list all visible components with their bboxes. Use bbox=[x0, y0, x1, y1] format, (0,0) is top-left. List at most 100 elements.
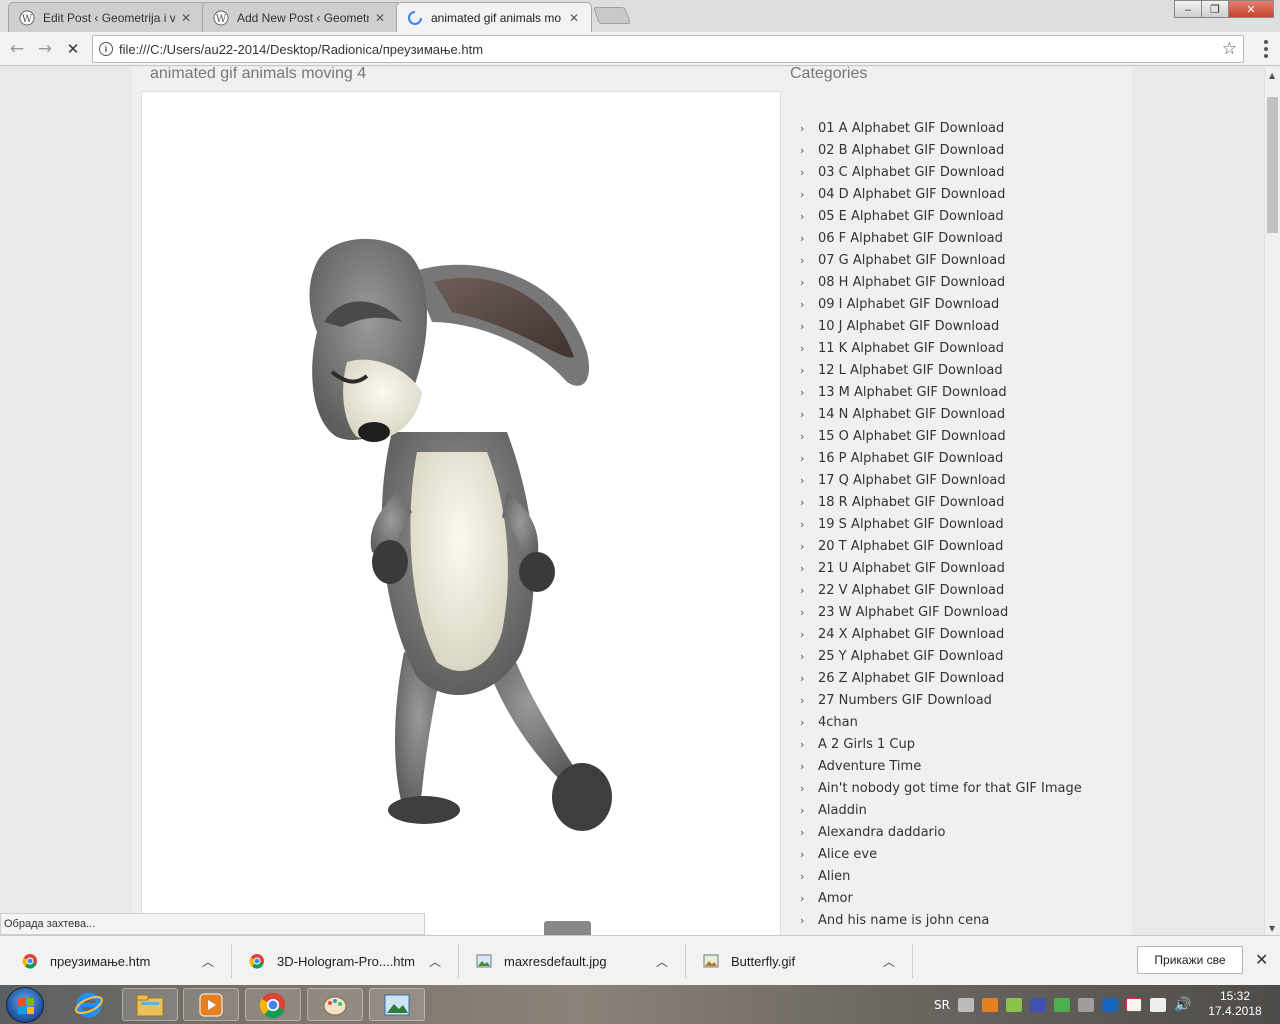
category-link[interactable]: › 25 Y Alphabet GIF Download bbox=[800, 645, 1082, 667]
category-link[interactable]: › Ain't nobody got time for that GIF Imag… bbox=[800, 777, 1082, 799]
category-label: 4chan bbox=[818, 714, 858, 730]
download-item[interactable]: 3D-Hologram-Pro....htm ︿ bbox=[249, 936, 449, 986]
maximize-button[interactable]: ❐ bbox=[1201, 0, 1229, 18]
tab-add-new-post[interactable]: W Add New Post ‹ Geometr ✕ bbox=[202, 2, 402, 32]
category-label: 20 T Alphabet GIF Download bbox=[818, 538, 1004, 554]
tray-app-icon[interactable] bbox=[981, 997, 998, 1012]
browser-menu-icon[interactable] bbox=[1264, 40, 1270, 58]
address-bar[interactable]: i file:///C:/Users/au22-2014/Desktop/Rad… bbox=[92, 35, 1244, 63]
category-link[interactable]: › A 2 Girls 1 Cup bbox=[800, 733, 1082, 755]
category-link[interactable]: › 23 W Alphabet GIF Download bbox=[800, 601, 1082, 623]
security-shield-icon[interactable] bbox=[1101, 997, 1118, 1012]
category-link[interactable]: › 21 U Alphabet GIF Download bbox=[800, 557, 1082, 579]
category-link[interactable]: › 07 G Alphabet GIF Download bbox=[800, 249, 1082, 271]
category-link[interactable]: › And his name is john cena bbox=[800, 909, 1082, 931]
chevron-up-icon[interactable]: ︿ bbox=[656, 953, 668, 970]
category-link[interactable]: › Aladdin bbox=[800, 799, 1082, 821]
category-link[interactable]: › 06 F Alphabet GIF Download bbox=[800, 227, 1082, 249]
category-link[interactable]: › Amor bbox=[800, 887, 1082, 909]
network-icon[interactable] bbox=[1149, 997, 1166, 1012]
category-link[interactable]: › Alien bbox=[800, 865, 1082, 887]
category-link[interactable]: › 20 T Alphabet GIF Download bbox=[800, 535, 1082, 557]
close-tab-icon[interactable]: ✕ bbox=[181, 11, 191, 25]
category-link[interactable]: › 04 D Alphabet GIF Download bbox=[800, 183, 1082, 205]
photo-viewer-icon[interactable] bbox=[369, 988, 425, 1021]
show-all-downloads-button[interactable]: Прикажи све bbox=[1137, 946, 1243, 974]
category-link[interactable]: › 10 J Alphabet GIF Download bbox=[800, 315, 1082, 337]
tab-animated-gif[interactable]: animated gif animals mo ✕ bbox=[396, 2, 592, 32]
forward-button[interactable]: → bbox=[34, 38, 56, 60]
category-label: 13 M Alphabet GIF Download bbox=[818, 384, 1007, 400]
category-link[interactable]: › 18 R Alphabet GIF Download bbox=[800, 491, 1082, 513]
chevron-up-icon[interactable]: ︿ bbox=[202, 953, 214, 970]
chevron-right-icon: › bbox=[800, 451, 805, 465]
tray-app-icon[interactable] bbox=[1077, 997, 1094, 1012]
vertical-scrollbar[interactable]: ▲ ▼ bbox=[1264, 67, 1280, 935]
category-link[interactable]: › 02 B Alphabet GIF Download bbox=[800, 139, 1082, 161]
internet-explorer-icon[interactable] bbox=[61, 988, 117, 1021]
post-title: animated gif animals moving 4 bbox=[150, 67, 367, 82]
category-link[interactable]: › 12 L Alphabet GIF Download bbox=[800, 359, 1082, 381]
category-link[interactable]: › 15 O Alphabet GIF Download bbox=[800, 425, 1082, 447]
close-shelf-icon[interactable]: ✕ bbox=[1255, 950, 1268, 969]
paint-icon[interactable] bbox=[307, 988, 363, 1021]
volume-icon[interactable]: 🔊 bbox=[1174, 997, 1191, 1013]
gif-pager-control[interactable] bbox=[544, 921, 591, 935]
category-label: 17 Q Alphabet GIF Download bbox=[818, 472, 1006, 488]
category-link[interactable]: › 09 I Alphabet GIF Download bbox=[800, 293, 1082, 315]
chevron-right-icon: › bbox=[800, 253, 805, 267]
minimize-button[interactable]: ‒ bbox=[1174, 0, 1202, 18]
download-item[interactable]: maxresdefault.jpg ︿ bbox=[476, 936, 676, 986]
chrome-icon[interactable] bbox=[245, 988, 301, 1021]
tab-edit-post[interactable]: W Edit Post ‹ Geometrija i v ✕ bbox=[8, 2, 208, 32]
category-link[interactable]: › 14 N Alphabet GIF Download bbox=[800, 403, 1082, 425]
stop-button[interactable]: ✕ bbox=[62, 38, 84, 60]
start-button[interactable] bbox=[6, 987, 44, 1023]
category-link[interactable]: › 24 X Alphabet GIF Download bbox=[800, 623, 1082, 645]
category-link[interactable]: › 4chan bbox=[800, 711, 1082, 733]
category-link[interactable]: › 16 P Alphabet GIF Download bbox=[800, 447, 1082, 469]
close-window-button[interactable]: ✕ bbox=[1228, 0, 1274, 18]
category-link[interactable]: › 08 H Alphabet GIF Download bbox=[800, 271, 1082, 293]
category-link[interactable]: › 11 K Alphabet GIF Download bbox=[800, 337, 1082, 359]
category-link[interactable]: › Adventure Time bbox=[800, 755, 1082, 777]
category-link[interactable]: › 03 C Alphabet GIF Download bbox=[800, 161, 1082, 183]
system-clock[interactable]: 15:32 17.4.2018 bbox=[1200, 989, 1270, 1019]
file-explorer-icon[interactable] bbox=[122, 988, 178, 1021]
new-tab-button[interactable] bbox=[592, 7, 632, 24]
category-link[interactable]: › 27 Numbers GIF Download bbox=[800, 689, 1082, 711]
chevron-up-icon[interactable]: ︿ bbox=[883, 953, 895, 970]
nvidia-icon[interactable] bbox=[1053, 997, 1070, 1012]
category-link[interactable]: › 26 Z Alphabet GIF Download bbox=[800, 667, 1082, 689]
download-item[interactable]: Butterfly.gif ︿ bbox=[703, 936, 903, 986]
download-item[interactable]: преузимање.htm ︿ bbox=[22, 936, 222, 986]
info-icon[interactable]: i bbox=[99, 42, 113, 56]
scroll-down-icon[interactable]: ▼ bbox=[1269, 924, 1275, 933]
media-player-icon[interactable] bbox=[183, 988, 239, 1021]
back-button[interactable]: ← bbox=[6, 38, 28, 60]
category-label: 02 B Alphabet GIF Download bbox=[818, 142, 1005, 158]
category-link[interactable]: › 01 A Alphabet GIF Download bbox=[800, 117, 1082, 139]
close-tab-icon[interactable]: ✕ bbox=[569, 11, 579, 25]
category-link[interactable]: › 17 Q Alphabet GIF Download bbox=[800, 469, 1082, 491]
bookmark-star-icon[interactable]: ☆ bbox=[1222, 39, 1237, 59]
category-link[interactable]: › 05 E Alphabet GIF Download bbox=[800, 205, 1082, 227]
category-label: 07 G Alphabet GIF Download bbox=[818, 252, 1006, 268]
tray-app-icon[interactable] bbox=[1029, 997, 1046, 1012]
tray-app-icon[interactable] bbox=[1005, 997, 1022, 1012]
category-label: 21 U Alphabet GIF Download bbox=[818, 560, 1005, 576]
category-link[interactable]: › Alexandra daddario bbox=[800, 821, 1082, 843]
chevron-up-icon[interactable]: ︿ bbox=[429, 953, 441, 970]
category-link[interactable]: › 13 M Alphabet GIF Download bbox=[800, 381, 1082, 403]
category-link[interactable]: › 19 S Alphabet GIF Download bbox=[800, 513, 1082, 535]
scroll-thumb[interactable] bbox=[1267, 97, 1278, 233]
language-indicator[interactable]: SR bbox=[934, 998, 950, 1012]
close-tab-icon[interactable]: ✕ bbox=[375, 11, 385, 25]
category-label: 18 R Alphabet GIF Download bbox=[818, 494, 1005, 510]
keyboard-icon[interactable] bbox=[957, 997, 974, 1012]
category-link[interactable]: › Alice eve bbox=[800, 843, 1082, 865]
svg-text:W: W bbox=[216, 14, 227, 25]
category-link[interactable]: › 22 V Alphabet GIF Download bbox=[800, 579, 1082, 601]
scroll-up-icon[interactable]: ▲ bbox=[1269, 71, 1275, 80]
action-center-icon[interactable] bbox=[1125, 997, 1142, 1012]
